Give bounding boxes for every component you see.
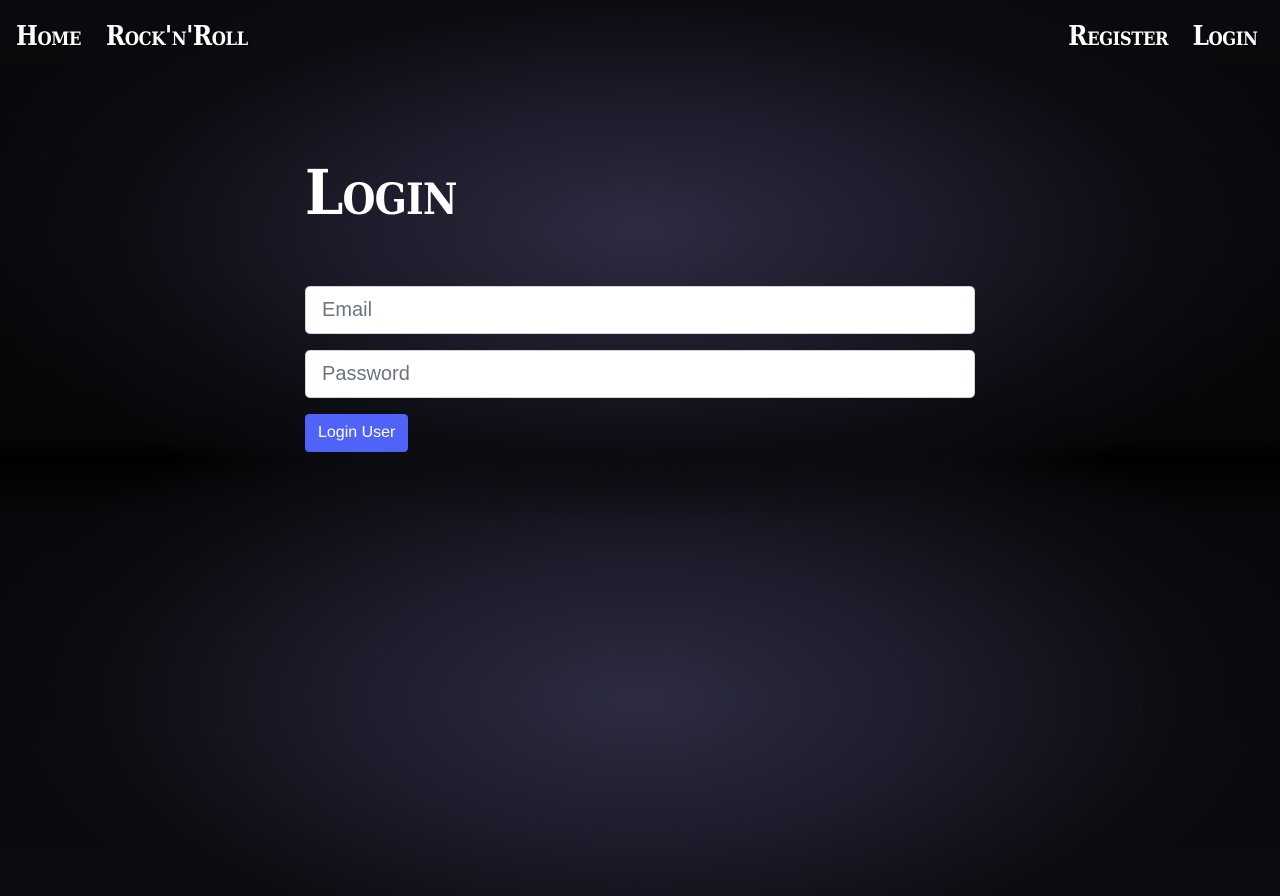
page-title: Login xyxy=(305,156,457,229)
top-navbar: Home Rock'n'Roll Register Login xyxy=(0,18,1280,58)
nav-link-home[interactable]: Home xyxy=(16,18,81,56)
nav-link-rocknroll[interactable]: Rock'n'Roll xyxy=(106,18,248,56)
nav-left-group: Home Rock'n'Roll xyxy=(16,18,270,56)
email-input[interactable] xyxy=(305,286,975,334)
nav-link-register[interactable]: Register xyxy=(1069,18,1169,56)
password-input[interactable] xyxy=(305,350,975,398)
login-user-button[interactable]: Login User xyxy=(305,414,409,452)
nav-right-group: Register Login xyxy=(1052,18,1259,56)
login-form: Login User xyxy=(305,286,975,452)
login-container: Login Login User xyxy=(305,156,975,452)
nav-link-login[interactable]: Login xyxy=(1193,18,1258,56)
